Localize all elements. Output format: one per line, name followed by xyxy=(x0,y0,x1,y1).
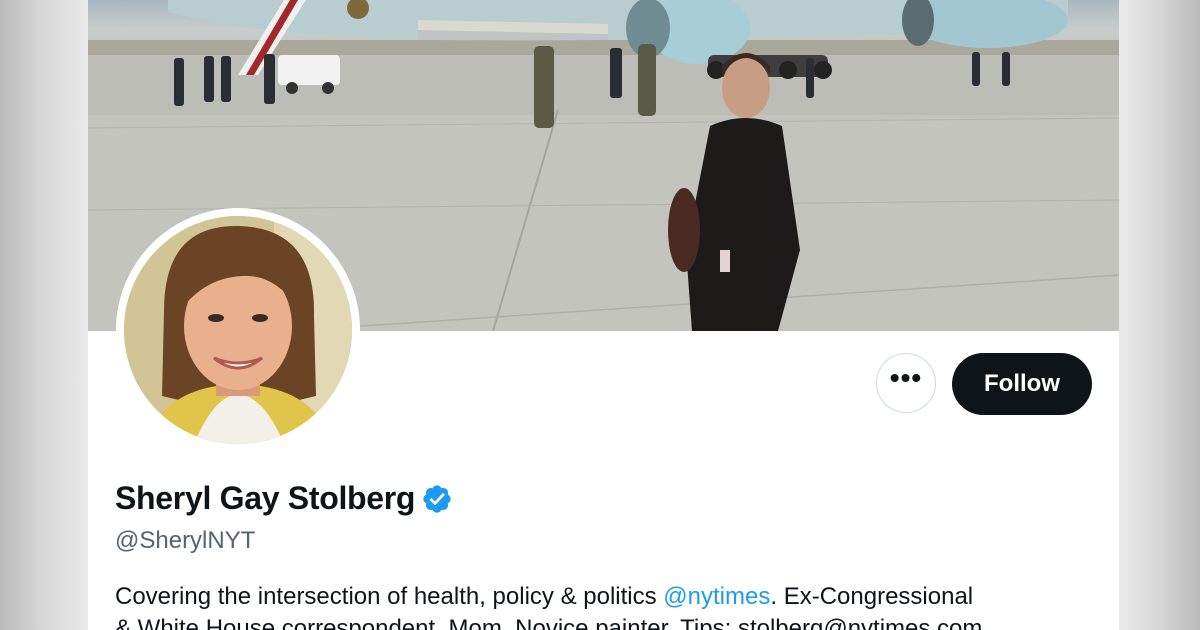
profile-bio: Covering the intersection of health, pol… xyxy=(115,581,1105,630)
verified-badge-icon xyxy=(423,484,451,513)
bio-line-2: & White House correspondent. Mom. Novice… xyxy=(115,615,983,630)
user-handle: @SherylNYT xyxy=(115,527,256,554)
bio-text: Covering the intersection of health, pol… xyxy=(115,583,664,610)
more-horizontal-icon: ••• xyxy=(889,362,923,393)
bio-text-continued: . Ex-Congressional xyxy=(770,583,974,610)
avatar[interactable] xyxy=(124,216,352,444)
display-name: Sheryl Gay Stolberg xyxy=(115,480,416,516)
bio-mention-link[interactable]: @nytimes xyxy=(663,583,770,610)
profile-card: ••• Follow Sheryl Gay Stolberg @SherylNY… xyxy=(88,0,1119,630)
name-row: Sheryl Gay Stolberg xyxy=(115,480,453,517)
follow-button[interactable]: Follow xyxy=(952,353,1092,415)
more-options-button[interactable]: ••• xyxy=(876,353,936,413)
